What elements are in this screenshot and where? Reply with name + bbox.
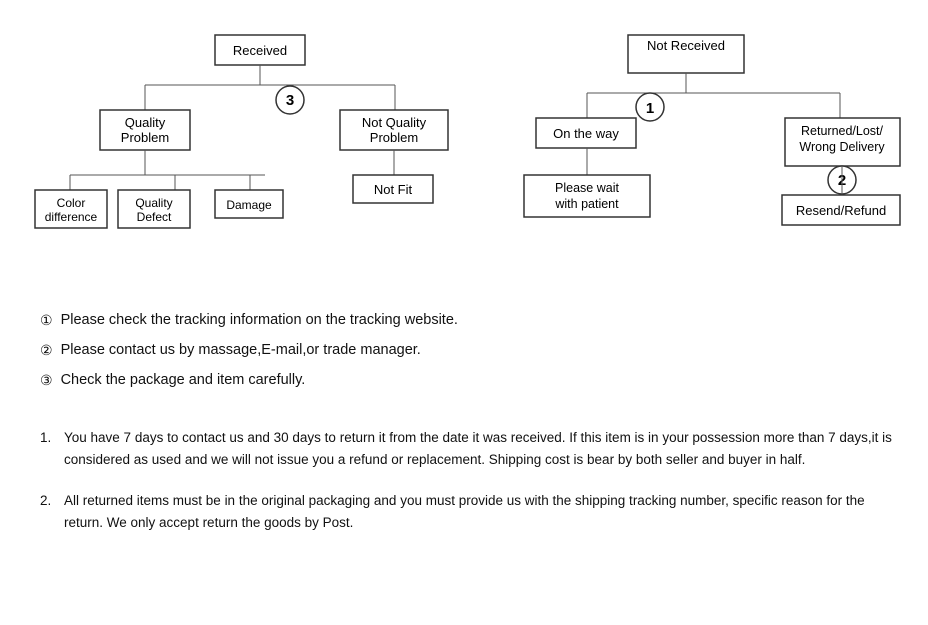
quality-defect-label2: Defect: [137, 210, 172, 224]
color-diff-label2: difference: [45, 210, 98, 224]
not-fit-label: Not Fit: [374, 182, 413, 197]
instruction-1-text: Please check the tracking information on…: [61, 310, 458, 332]
returned-label: Returned/Lost/: [801, 124, 884, 138]
not-quality-label2: Problem: [370, 130, 418, 145]
quality-problem-label: Quality: [125, 115, 166, 130]
rule-1-num: 1.: [40, 427, 64, 470]
flowchart: Received 3 Quality Problem Not Quality P…: [30, 20, 898, 300]
returned-label2: Wrong Delivery: [799, 140, 885, 154]
instruction-2-text: Please contact us by massage,E-mail,or t…: [61, 340, 421, 362]
badge-circle-3: ③: [40, 370, 53, 391]
instruction-3-text: Check the package and item carefully.: [61, 370, 306, 392]
instruction-2: ② Please contact us by massage,E-mail,or…: [40, 340, 898, 362]
rule-1-text: You have 7 days to contact us and 30 day…: [64, 427, 898, 470]
not-quality-label: Not Quality: [362, 115, 427, 130]
badge-3: 3: [286, 92, 294, 109]
on-the-way-label: On the way: [553, 126, 619, 141]
badge-1: 1: [646, 100, 654, 117]
badge-circle-1: ①: [40, 310, 53, 331]
resend-refund-label: Resend/Refund: [796, 203, 886, 218]
not-received-label: Not Received: [647, 38, 725, 53]
instruction-3: ③ Check the package and item carefully.: [40, 370, 898, 392]
please-wait-label2: with patient: [554, 197, 619, 211]
rule-2: 2. All returned items must be in the ori…: [40, 490, 898, 533]
quality-defect-label: Quality: [135, 196, 172, 210]
badge-circle-2: ②: [40, 340, 53, 361]
damage-label: Damage: [226, 198, 272, 212]
instruction-1: ① Please check the tracking information …: [40, 310, 898, 332]
rules-section: 1. You have 7 days to contact us and 30 …: [30, 427, 898, 533]
rule-2-num: 2.: [40, 490, 64, 533]
received-label: Received: [233, 43, 287, 58]
please-wait-label: Please wait: [555, 181, 619, 195]
instructions-section: ① Please check the tracking information …: [30, 310, 898, 391]
rule-1: 1. You have 7 days to contact us and 30 …: [40, 427, 898, 470]
quality-problem-label2: Problem: [121, 130, 169, 145]
rule-2-text: All returned items must be in the origin…: [64, 490, 898, 533]
color-diff-label: Color: [57, 196, 86, 210]
